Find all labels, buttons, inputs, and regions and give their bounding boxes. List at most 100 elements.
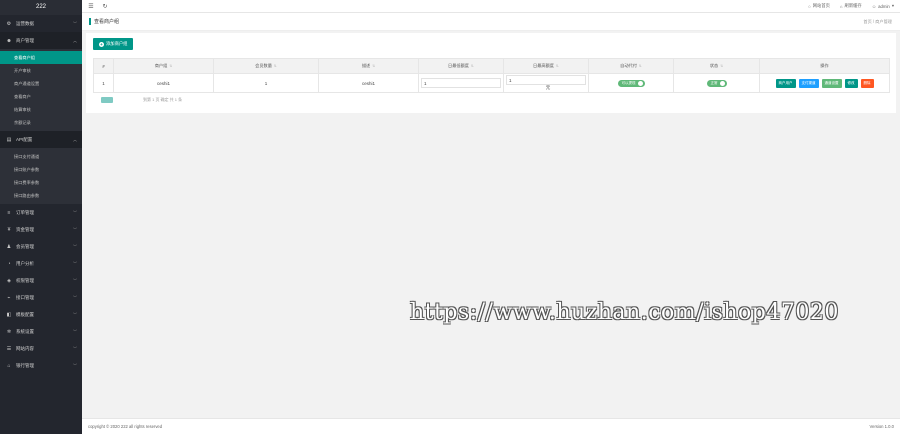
sidebar-group-3[interactable]: ≡ 订单管理 ﹀ [0, 204, 82, 221]
settings-icon: ✲ [6, 328, 12, 335]
list-icon: ≡ [7, 209, 11, 216]
sidebar-group-2[interactable]: ▤ API配置 ︿ [0, 131, 82, 148]
sidebar-item[interactable]: 接口账户参数 [0, 163, 82, 176]
top-right-actions: ○ 网站首页 ⌂ 刷新缓存 ☺ admin ▾ [808, 3, 900, 9]
table-row: 1 ceshi1 1 ceshi1 1 1元 可以提现 正常 商户用户 支付渠道… [93, 73, 890, 93]
channel-settings-button[interactable]: 通道设置 [821, 78, 842, 88]
sort-icon: ⇅ [638, 64, 642, 68]
chevron-up-icon: ︿ [73, 136, 77, 142]
delete-button[interactable]: 删除 [860, 78, 874, 88]
sidebar-group-10[interactable]: ✲ 系统设置 ﹀ [0, 323, 82, 340]
col-min[interactable]: 日最低额度 ⇅ [418, 58, 504, 74]
brand-logo[interactable]: 222 [0, 0, 82, 15]
content-icon: ☰ [6, 345, 12, 352]
chevron-down-icon: ﹀ [73, 311, 77, 317]
sidebar-group-1[interactable]: ☻ 商户管理 ︿ [0, 32, 82, 49]
sidebar-group-8[interactable]: ⌁ 接口管理 ﹀ [0, 289, 82, 306]
user-icon: ☻ [6, 37, 12, 44]
sidebar-item[interactable]: 接口费率参数 [0, 176, 82, 189]
sidebar-group-9[interactable]: ◧ 模板配置 ﹀ [0, 306, 82, 323]
chevron-down-icon: ﹀ [73, 226, 77, 232]
add-group-button[interactable]: + 添加商户组 [93, 38, 134, 50]
sidebar-group-6[interactable]: ◔ 用户分析 ﹀ [0, 255, 82, 272]
sidebar-group-label: 运营数据 [16, 20, 34, 26]
menu-toggle-icon[interactable]: ☰ [86, 3, 96, 10]
sort-icon: ⇅ [273, 64, 277, 68]
member-icon: ♟ [6, 243, 12, 250]
chevron-down-icon: ﹀ [73, 20, 77, 26]
sidebar-subitems: 接口支付通道 接口账户参数 接口费率参数 接口路由参数 [0, 148, 82, 204]
breadcrumb[interactable]: 首页 / 商户管理 [863, 19, 900, 25]
group-table: # 商户组 ⇅ 会员数量 ⇅ 描述 ⇅ 日最低额度 ⇅ 日最高额度 ⇅ 自动代付 ⇅ 状态 ⇅… [93, 58, 890, 93]
sidebar-item[interactable]: 查看商户组 [0, 51, 82, 64]
refresh-icon[interactable]: ↻ [100, 3, 110, 10]
pay-channel-button[interactable]: 支付渠道 [798, 78, 819, 88]
sidebar-group-5[interactable]: ♟ 会员管理 ﹀ [0, 238, 82, 255]
sidebar-item[interactable]: 接口路由参数 [0, 189, 82, 202]
globe-icon: ○ [808, 3, 811, 9]
sidebar-group-7[interactable]: ◈ 权限管理 ﹀ [0, 272, 82, 289]
clear-cache-link[interactable]: ⌂ 刷新缓存 [840, 3, 862, 9]
cell-ops: 商户用户 支付渠道 通道设置 修改 删除 [759, 73, 890, 93]
page-header: 查看商户组 首页 / 商户管理 [82, 13, 900, 31]
bank-icon: ⌂ [7, 362, 11, 369]
footer: copyright © 2020 222 all rights reserved… [82, 418, 900, 434]
col-auto[interactable]: 自动代付 ⇅ [588, 58, 674, 74]
sidebar-subitems: 查看商户组 开户审核 商户通道设置 查看商户 结算审核 余额记录 [0, 49, 82, 131]
cell-desc: ceshi1 [318, 73, 419, 93]
chevron-down-icon: ﹀ [73, 243, 77, 249]
sidebar-group-label: 系统设置 [16, 328, 34, 334]
user-menu[interactable]: ☺ admin ▾ [872, 3, 894, 9]
version-text: Version 1.0.0 [869, 424, 894, 429]
sidebar-group-label: 接口管理 [16, 294, 34, 300]
status-toggle[interactable]: 正常 [706, 79, 727, 87]
plug-icon: ⌁ [7, 294, 11, 301]
min-amount-input[interactable]: 1 [421, 78, 501, 88]
merchant-users-button[interactable]: 商户用户 [775, 78, 796, 88]
col-status[interactable]: 状态 ⇅ [673, 58, 760, 74]
avatar-icon: ☺ [871, 3, 877, 9]
sidebar-group-label: 网站内容 [16, 345, 34, 351]
copyright-text: copyright © 2020 222 all rights reserved [88, 424, 163, 429]
sort-icon: ⇅ [169, 64, 173, 68]
col-index: # [93, 58, 114, 74]
broom-icon: ⌂ [839, 3, 843, 9]
home-link[interactable]: ○ 网站首页 [808, 3, 830, 9]
cell-group: ceshi1 [113, 73, 214, 93]
sidebar-group-12[interactable]: ⌂ 银行管理 ﹀ [0, 357, 82, 374]
sidebar-item[interactable]: 商户通道设置 [0, 77, 82, 90]
sidebar-group-label: API配置 [16, 136, 33, 142]
sidebar-group-label: 资金管理 [16, 226, 34, 232]
table-header-row: # 商户组 ⇅ 会员数量 ⇅ 描述 ⇅ 日最低额度 ⇅ 日最高额度 ⇅ 自动代付 ⇅ 状态 ⇅… [93, 58, 890, 74]
cell-auto: 可以提现 [588, 73, 674, 93]
sidebar-group-0[interactable]: ⚙ 运营数据 ﹀ [0, 15, 82, 32]
sidebar-group-label: 用户分析 [16, 260, 34, 266]
sidebar-group-11[interactable]: ☰ 网站内容 ﹀ [0, 340, 82, 357]
cell-max: 1元 [503, 73, 589, 93]
col-group[interactable]: 商户组 ⇅ [113, 58, 214, 74]
api-icon: ▤ [6, 136, 12, 143]
sidebar-item[interactable]: 结算审核 [0, 103, 82, 116]
sidebar-item[interactable]: 接口支付通道 [0, 150, 82, 163]
max-amount-input[interactable]: 1 [506, 75, 586, 85]
edit-button[interactable]: 修改 [844, 78, 858, 88]
auto-payout-toggle[interactable]: 可以提现 [617, 79, 645, 87]
top-header: ☰ ↻ ○ 网站首页 ⌂ 刷新缓存 ☺ admin ▾ [82, 0, 900, 13]
page-1-button[interactable] [101, 97, 113, 103]
sidebar-group-label: 模板配置 [16, 311, 34, 317]
sidebar-item[interactable]: 开户审核 [0, 64, 82, 77]
col-members[interactable]: 会员数量 ⇅ [213, 58, 319, 74]
col-max[interactable]: 日最高额度 ⇅ [503, 58, 589, 74]
col-desc[interactable]: 描述 ⇅ [318, 58, 419, 74]
sidebar-group-label: 订单管理 [16, 209, 34, 215]
sort-icon: ⇅ [720, 64, 724, 68]
sort-icon: ⇅ [556, 64, 559, 68]
sidebar-menu: ⚙ 运营数据 ﹀ ☻ 商户管理 ︿ 查看商户组 开户审核 商户通道设置 查看商户 结算审核 余额记录 ▤… [0, 15, 82, 374]
sidebar-group-4[interactable]: ¥ 资金管理 ﹀ [0, 221, 82, 238]
shield-icon: ◈ [7, 277, 11, 284]
cell-members: 1 [213, 73, 319, 93]
sidebar-item[interactable]: 查看商户 [0, 90, 82, 103]
watermark: https://www.huzhan.com/ishop47020 [410, 300, 839, 325]
sidebar-item[interactable]: 余额记录 [0, 116, 82, 129]
pagination: 到第 1 页 确定 共 1 条 [101, 97, 182, 103]
